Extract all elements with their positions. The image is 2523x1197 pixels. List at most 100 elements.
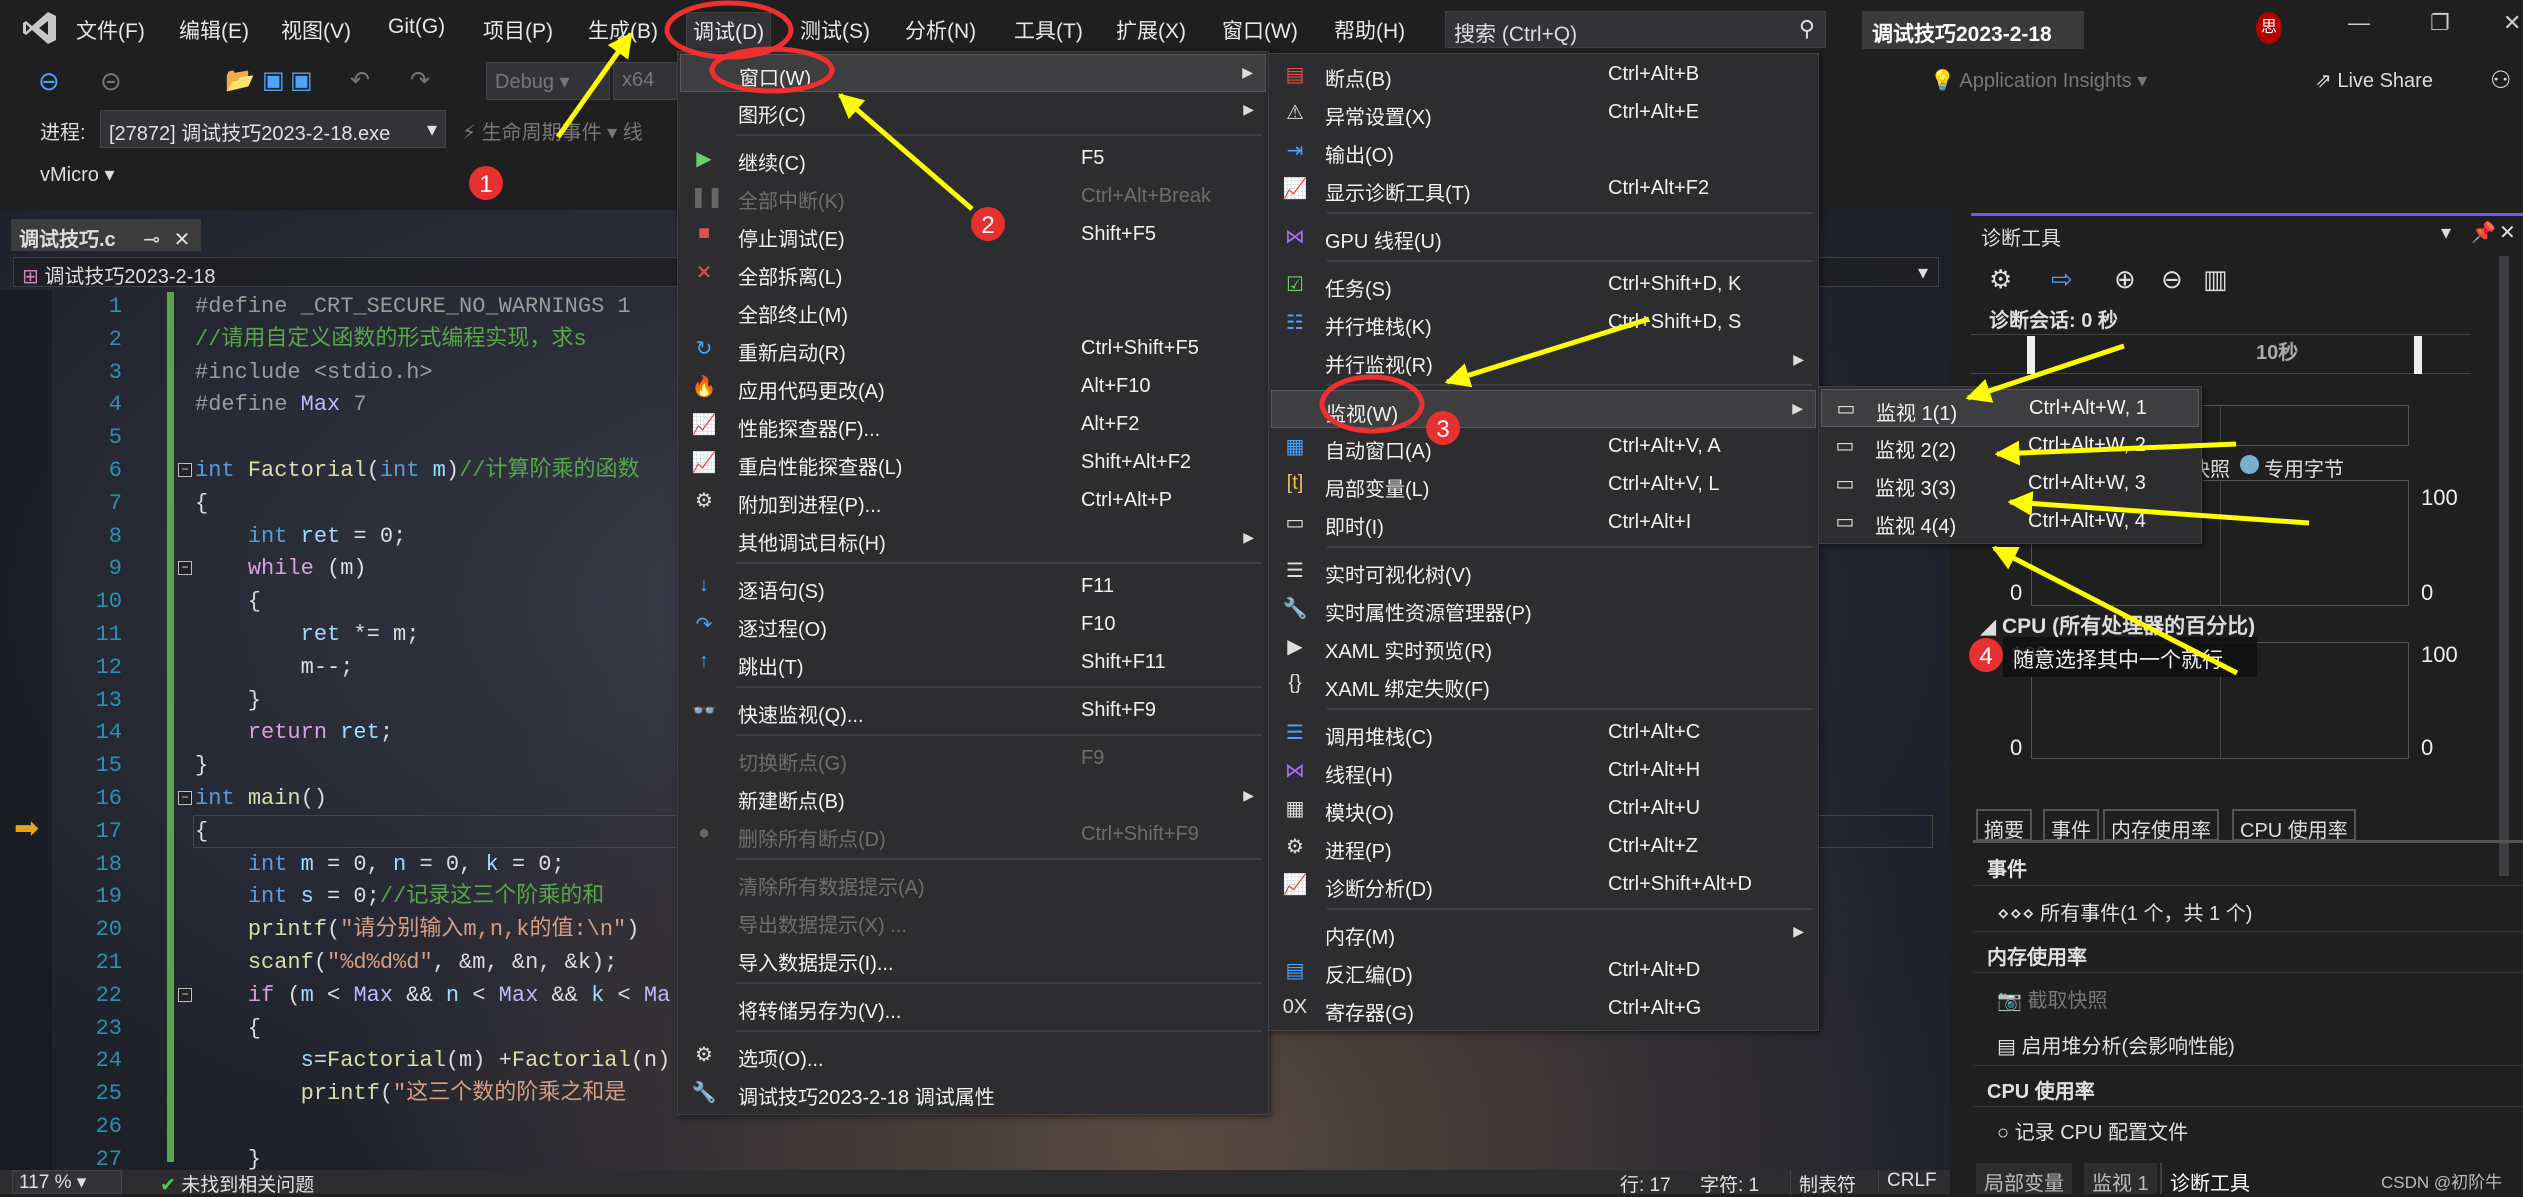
menu-item[interactable]: ▶ XAML 实时预览(R) <box>1271 628 1816 666</box>
fold-toggle[interactable]: − <box>178 791 192 805</box>
menu-item[interactable]: ❚❚ 全部中断(K) Ctrl+Alt+Break <box>680 178 1266 216</box>
menu-0[interactable]: 文件(F) <box>70 12 151 48</box>
account-icon[interactable]: ⚇ <box>2490 66 2512 95</box>
chart-help-icon[interactable]: ▥ <box>2203 264 2228 295</box>
restore-button[interactable]: ❐ <box>2430 10 2450 36</box>
menu-item[interactable]: ■ 停止调试(E) Shift+F5 <box>680 216 1266 254</box>
tabs-indicator[interactable]: 制表符 <box>1790 1170 1856 1197</box>
save-icon[interactable]: ▣ <box>262 66 285 95</box>
cpu-graph-header[interactable]: ◢ CPU (所有处理器的百分比) <box>1980 610 2255 640</box>
fold-toggle[interactable]: − <box>178 463 192 477</box>
bottom-tab-locals[interactable]: 局部变量 <box>1976 1163 2072 1195</box>
diag-tab-2[interactable]: 内存使用率 <box>2103 809 2219 842</box>
issues-indicator[interactable]: ✔ 未找到相关问题 <box>160 1170 314 1197</box>
configuration-dropdown[interactable]: Debug ▾ <box>486 62 610 100</box>
menu-9[interactable]: 工具(T) <box>1008 12 1089 48</box>
menu-item[interactable]: ⚙ 附加到进程(P)... Ctrl+Alt+P <box>680 482 1266 520</box>
vmicro-dropdown[interactable]: vMicro ▾ <box>40 162 115 187</box>
back-icon[interactable]: ⊖ <box>38 66 60 97</box>
menu-item[interactable]: ☰ 调用堆栈(C) Ctrl+Alt+C <box>1271 714 1816 752</box>
menu-11[interactable]: 窗口(W) <box>1216 12 1304 48</box>
menu-item[interactable]: ▦ 自动窗口(A) Ctrl+Alt+V, A <box>1271 428 1816 466</box>
menu-item[interactable]: 📈 显示诊断工具(T) Ctrl+Alt+F2 <box>1271 170 1816 208</box>
record-cpu-button[interactable]: ○ 记录 CPU 配置文件 <box>1973 1108 2523 1154</box>
menu-item[interactable]: 监视(W) ▶ <box>1271 390 1816 428</box>
undo-icon[interactable]: ↶ <box>350 66 370 95</box>
menu-item[interactable]: 📈 性能探查器(F)... Alt+F2 <box>680 406 1266 444</box>
menu-item[interactable]: 并行监视(R) ▶ <box>1271 342 1816 380</box>
menu-item[interactable]: 🔥 应用代码更改(A) Alt+F10 <box>680 368 1266 406</box>
menu-item[interactable]: 🔧 实时属性资源管理器(P) <box>1271 590 1816 628</box>
menu-item[interactable]: ▭ 监视 3(3) Ctrl+Alt+W, 3 <box>1821 465 2199 503</box>
menu-6[interactable]: 调试(D) <box>686 12 772 56</box>
char-indicator[interactable]: 字符: 1 <box>1700 1170 1759 1197</box>
diag-tab-3[interactable]: CPU 使用率 <box>2232 809 2356 842</box>
redo-icon[interactable]: ↷ <box>410 66 430 95</box>
menu-item[interactable]: 将转储另存为(V)... <box>680 988 1266 1026</box>
menu-item[interactable]: 图形(C) ▶ <box>680 92 1266 130</box>
pin-icon[interactable]: 📌 <box>2471 220 2496 245</box>
menu-item[interactable]: ☑ 任务(S) Ctrl+Shift+D, K <box>1271 266 1816 304</box>
settings-icon[interactable]: ⚙ <box>1989 264 2012 295</box>
menu-item[interactable]: 窗口(W) ▶ <box>680 54 1266 92</box>
menu-item[interactable]: ⇥ 输出(O) <box>1271 132 1816 170</box>
menu-item[interactable]: 新建断点(B) ▶ <box>680 778 1266 816</box>
close-panel-icon[interactable]: ✕ <box>2499 220 2516 245</box>
menu-item[interactable]: 内存(M) ▶ <box>1271 914 1816 952</box>
eol-indicator[interactable]: CRLF <box>1878 1170 1937 1192</box>
menu-item[interactable]: 0X 寄存器(G) Ctrl+Alt+G <box>1271 990 1816 1028</box>
menu-item[interactable]: ▤ 断点(B) Ctrl+Alt+B <box>1271 56 1816 94</box>
process-dropdown[interactable]: [27872] 调试技巧2023-2-18.exe ▾ <box>100 110 446 148</box>
menu-8[interactable]: 分析(N) <box>899 12 982 48</box>
menu-3[interactable]: Git(G) <box>382 12 451 42</box>
menu-item[interactable]: ▭ 监视 1(1) Ctrl+Alt+W, 1 <box>1821 389 2199 427</box>
forward-icon[interactable]: ⊝ <box>100 66 122 97</box>
search-box[interactable]: 搜索 (Ctrl+Q) ⚲ <box>1445 11 1826 48</box>
open-folder-icon[interactable]: 📂 <box>225 66 255 95</box>
export-icon[interactable]: ⇨ <box>2051 264 2073 295</box>
avatar[interactable]: 思 <box>2256 12 2282 44</box>
save-all-icon[interactable]: ▣ <box>290 66 313 95</box>
glyph-margin[interactable] <box>0 290 52 1170</box>
menu-item[interactable]: ▭ 监视 2(2) Ctrl+Alt+W, 2 <box>1821 427 2199 465</box>
menu-4[interactable]: 项目(P) <box>477 12 559 48</box>
menu-item[interactable]: 全部终止(M) <box>680 292 1266 330</box>
menu-item[interactable]: ✕ 全部拆离(L) <box>680 254 1266 292</box>
menu-item[interactable]: ↷ 逐过程(O) F10 <box>680 606 1266 644</box>
application-insights-button[interactable]: 💡 Application Insights ▾ <box>1930 68 2147 93</box>
menu-item[interactable]: ▭ 即时(I) Ctrl+Alt+I <box>1271 504 1816 542</box>
menu-item[interactable]: ↻ 重新启动(R) Ctrl+Shift+F5 <box>680 330 1266 368</box>
menu-item[interactable]: [t] 局部变量(L) Ctrl+Alt+V, L <box>1271 466 1816 504</box>
take-snapshot-button[interactable]: 📷 截取快照 ▤ 启用堆分析(会影响性能) <box>1973 974 2523 1066</box>
menu-item[interactable]: 🔧 调试技巧2023-2-18 调试属性 <box>680 1074 1266 1112</box>
menu-item[interactable]: ↑ 跳出(T) Shift+F11 <box>680 644 1266 682</box>
menu-10[interactable]: 扩展(X) <box>1110 12 1192 48</box>
live-share-button[interactable]: ⇗ Live Share <box>2315 68 2433 93</box>
all-events-row[interactable]: ⋄⋄⋄ 所有事件(1 个，共 1 个) <box>1973 887 2523 932</box>
panel-menu-icon[interactable]: ▾ <box>2441 220 2451 245</box>
menu-1[interactable]: 编辑(E) <box>173 12 255 48</box>
menu-item[interactable]: 导入数据提示(I)... <box>680 940 1266 978</box>
menu-item[interactable]: ⋈ GPU 线程(U) <box>1271 218 1816 256</box>
menu-item[interactable]: ⚠ 异常设置(X) Ctrl+Alt+E <box>1271 94 1816 132</box>
menu-12[interactable]: 帮助(H) <box>1328 12 1411 48</box>
menu-item[interactable]: 清除所有数据提示(A) <box>680 864 1266 902</box>
pin-icon[interactable]: ⊸ <box>143 229 160 251</box>
menu-item[interactable]: ⋈ 线程(H) Ctrl+Alt+H <box>1271 752 1816 790</box>
timeline-ruler[interactable] <box>1971 334 2471 374</box>
lifecycle-events-button[interactable]: ⚡ 生命周期事件 ▾ 线 <box>462 116 643 145</box>
menu-7[interactable]: 测试(S) <box>794 12 876 48</box>
menu-item[interactable]: ● 删除所有断点(D) Ctrl+Shift+F9 <box>680 816 1266 854</box>
menu-item[interactable]: 切换断点(G) F9 <box>680 740 1266 778</box>
platform-dropdown[interactable]: x64 <box>613 62 677 100</box>
menu-item[interactable]: ▤ 反汇编(D) Ctrl+Alt+D <box>1271 952 1816 990</box>
menu-2[interactable]: 视图(V) <box>275 12 357 48</box>
tab-source-file[interactable]: 调试技巧.c ⊸ ✕ <box>11 219 201 251</box>
menu-item[interactable]: ▦ 模块(O) Ctrl+Alt+U <box>1271 790 1816 828</box>
menu-item[interactable]: ☰ 实时可视化树(V) <box>1271 552 1816 590</box>
menu-item[interactable]: 👓 快速监视(Q)... Shift+F9 <box>680 692 1266 730</box>
diag-tab-0[interactable]: 摘要 <box>1976 809 2032 842</box>
line-indicator[interactable]: 行: 17 <box>1620 1170 1671 1197</box>
diag-tab-1[interactable]: 事件 <box>2043 809 2099 842</box>
menu-item[interactable]: ↓ 逐语句(S) F11 <box>680 568 1266 606</box>
